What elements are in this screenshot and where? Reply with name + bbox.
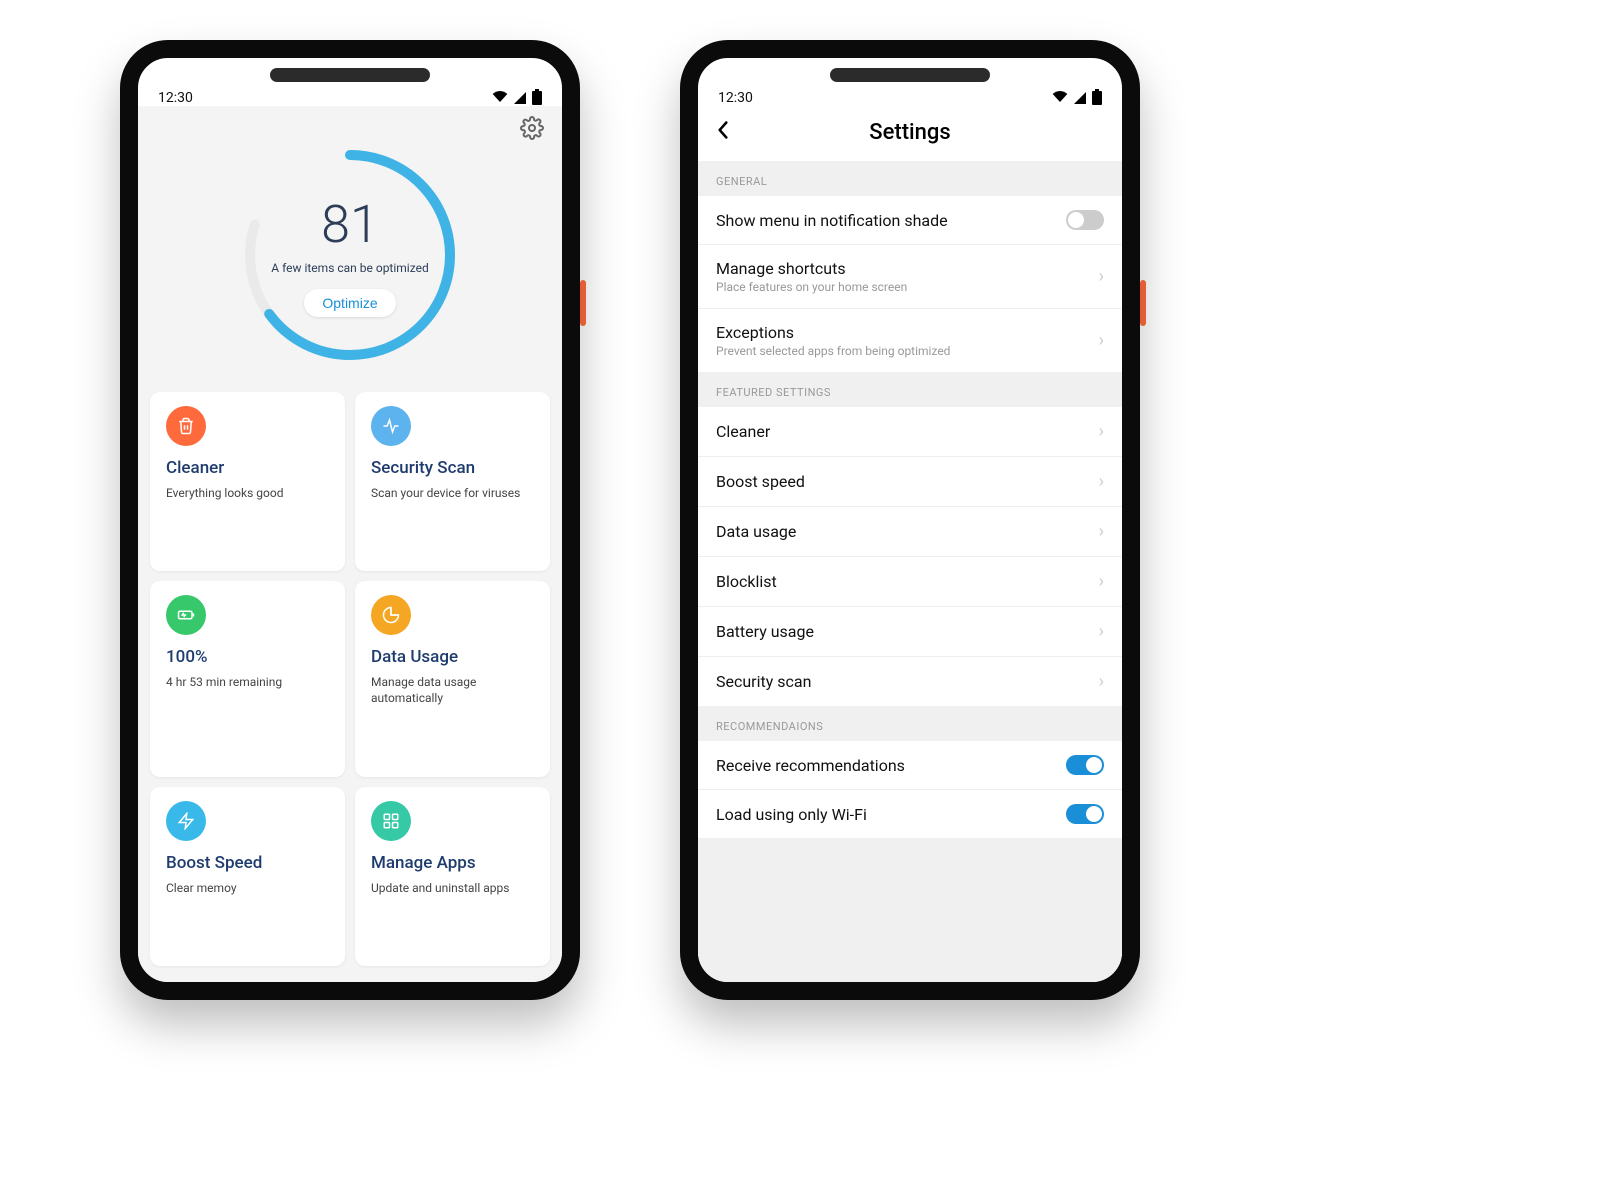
wifi-icon [492, 90, 508, 106]
section-featured-label: FEATURED SETTINGS [698, 372, 1122, 407]
card-subtitle: Update and uninstall apps [371, 881, 534, 897]
toggle[interactable] [1066, 210, 1104, 230]
settings-row-manage-shortcuts[interactable]: Manage shortcuts Place features on your h… [698, 245, 1122, 309]
chevron-right-icon: › [1099, 471, 1104, 492]
row-subtitle: Place features on your home screen [716, 280, 907, 294]
chevron-right-icon: › [1099, 671, 1104, 692]
feature-card-manage-apps[interactable]: Manage Apps Update and uninstall apps [355, 787, 550, 966]
score-message: A few items can be optimized [271, 261, 428, 275]
chevron-right-icon: › [1099, 571, 1104, 592]
row-title: Battery usage [716, 622, 814, 641]
settings-header: Settings [698, 106, 1122, 161]
card-title: Data Usage [371, 647, 534, 667]
card-subtitle: Clear memoy [166, 881, 329, 897]
section-reco-label: RECOMMENDAIONS [698, 706, 1122, 741]
settings-row-data-usage[interactable]: Data usage › [698, 507, 1122, 557]
chevron-right-icon: › [1099, 521, 1104, 542]
optimize-button[interactable]: Optimize [304, 289, 395, 317]
pulse-icon [371, 406, 411, 446]
row-title: Show menu in notification shade [716, 211, 948, 230]
settings-row-cleaner[interactable]: Cleaner › [698, 407, 1122, 457]
feature-card-security-scan[interactable]: Security Scan Scan your device for virus… [355, 392, 550, 571]
row-title: Security scan [716, 672, 811, 691]
trash-icon [166, 406, 206, 446]
back-icon[interactable] [716, 120, 730, 146]
row-title: Boost speed [716, 472, 805, 491]
row-title: Exceptions [716, 323, 950, 342]
row-title: Data usage [716, 522, 796, 541]
settings-row-boost-speed[interactable]: Boost speed › [698, 457, 1122, 507]
section-general-label: GENERAL [698, 161, 1122, 196]
row-title: Receive recommendations [716, 756, 905, 775]
status-time: 12:30 [718, 90, 753, 106]
settings-row-show-menu-in-notification-shade[interactable]: Show menu in notification shade [698, 196, 1122, 245]
phone-settings: 12:30 Settings GENERAL Show menu in noti… [680, 40, 1140, 1000]
card-subtitle: 4 hr 53 min remaining [166, 675, 329, 691]
chevron-right-icon: › [1099, 330, 1104, 351]
status-icons [1052, 90, 1102, 106]
settings-row-load-using-only-wi-fi[interactable]: Load using only Wi-Fi [698, 790, 1122, 838]
wifi-icon [1052, 90, 1068, 106]
charge-icon [166, 595, 206, 635]
gear-icon[interactable] [520, 116, 544, 140]
signal-icon [1074, 92, 1086, 104]
status-bar: 12:30 [138, 58, 562, 106]
signal-icon [514, 92, 526, 104]
phone-home: 12:30 [120, 40, 580, 1000]
feature-card-cleaner[interactable]: Cleaner Everything looks good [150, 392, 345, 571]
feature-card-data-usage[interactable]: Data Usage Manage data usage automatical… [355, 581, 550, 776]
status-time: 12:30 [158, 90, 193, 106]
card-title: 100% [166, 647, 329, 667]
feature-card-100-[interactable]: 100% 4 hr 53 min remaining [150, 581, 345, 776]
card-title: Boost Speed [166, 853, 329, 873]
row-title: Blocklist [716, 572, 777, 591]
settings-row-battery-usage[interactable]: Battery usage › [698, 607, 1122, 657]
card-subtitle: Scan your device for viruses [371, 486, 534, 502]
card-subtitle: Everything looks good [166, 486, 329, 502]
row-subtitle: Prevent selected apps from being optimiz… [716, 344, 950, 358]
settings-row-security-scan[interactable]: Security scan › [698, 657, 1122, 706]
row-title: Load using only Wi-Fi [716, 805, 867, 824]
status-bar: 12:30 [698, 58, 1122, 106]
battery-icon [1092, 91, 1102, 105]
status-icons [492, 90, 542, 106]
card-title: Security Scan [371, 458, 534, 478]
settings-row-blocklist[interactable]: Blocklist › [698, 557, 1122, 607]
bolt-icon [166, 801, 206, 841]
score-gauge: 81 A few items can be optimized Optimize [235, 140, 465, 370]
grid-icon [371, 801, 411, 841]
card-title: Manage Apps [371, 853, 534, 873]
page-title: Settings [869, 120, 950, 145]
toggle[interactable] [1066, 755, 1104, 775]
score-value: 81 [321, 194, 379, 255]
battery-icon [532, 91, 542, 105]
card-subtitle: Manage data usage automatically [371, 675, 534, 706]
settings-row-exceptions[interactable]: Exceptions Prevent selected apps from bei… [698, 309, 1122, 372]
settings-row-receive-recommendations[interactable]: Receive recommendations [698, 741, 1122, 790]
chevron-right-icon: › [1099, 621, 1104, 642]
chevron-right-icon: › [1099, 421, 1104, 442]
card-title: Cleaner [166, 458, 329, 478]
row-title: Manage shortcuts [716, 259, 907, 278]
feature-card-boost-speed[interactable]: Boost Speed Clear memoy [150, 787, 345, 966]
pie-icon [371, 595, 411, 635]
row-title: Cleaner [716, 422, 770, 441]
chevron-right-icon: › [1099, 266, 1104, 287]
toggle[interactable] [1066, 804, 1104, 824]
